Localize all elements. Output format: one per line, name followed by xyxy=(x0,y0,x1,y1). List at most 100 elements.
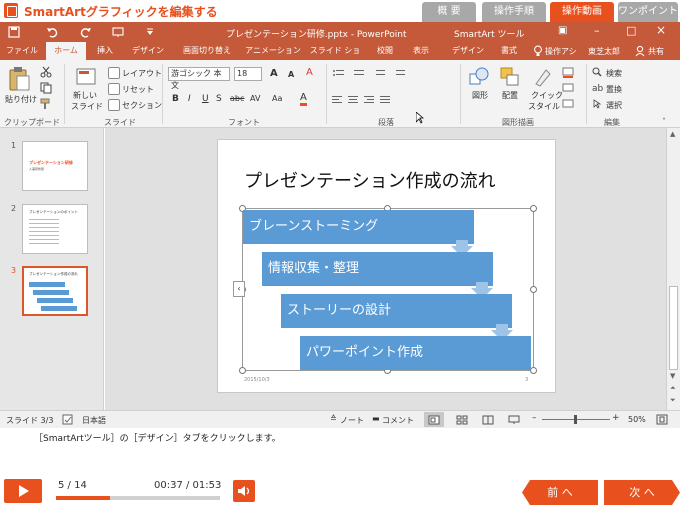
ribbon-display-options-icon[interactable]: ▣ xyxy=(558,25,567,36)
slide-thumbnail-3[interactable]: プレゼンテーション作成の流れ xyxy=(22,266,88,316)
find-button[interactable]: 検索 xyxy=(606,68,622,79)
zoom-out-icon[interactable]: – xyxy=(532,413,537,423)
smartart-step-2[interactable]: 情報収集・整理 xyxy=(262,252,493,286)
text-pane-toggle-icon[interactable]: ‹ xyxy=(233,281,245,297)
next-button[interactable]: 次 へ xyxy=(604,480,680,505)
collapse-ribbon-icon[interactable]: ˄ xyxy=(662,117,666,126)
font-color-icon[interactable]: A xyxy=(300,93,307,106)
notes-button[interactable]: ノート xyxy=(340,415,364,426)
tab-animations[interactable]: アニメーション xyxy=(244,42,302,60)
shrink-font-icon[interactable]: A xyxy=(288,70,294,79)
slideshow-start-icon[interactable] xyxy=(112,26,124,38)
reset-button[interactable]: リセット xyxy=(122,84,154,95)
new-slide-icon[interactable] xyxy=(76,66,98,88)
progress-bar[interactable] xyxy=(56,496,220,500)
reading-view-icon[interactable] xyxy=(482,415,494,425)
zoom-slider-thumb[interactable] xyxy=(574,415,577,424)
shapes-label[interactable]: 図形 xyxy=(472,90,488,101)
prev-button[interactable]: 前 へ xyxy=(522,480,598,505)
quick-styles-label-2[interactable]: スタイル xyxy=(528,101,560,112)
tab-video[interactable]: 操作動画 xyxy=(550,2,614,22)
slide-thumbnail-2[interactable]: プレゼンテーションのポイント xyxy=(22,204,88,254)
layout-button[interactable]: レイアウト xyxy=(122,68,162,79)
resize-handle[interactable] xyxy=(530,205,537,212)
select-arrow-icon[interactable] xyxy=(593,99,603,109)
resize-handle[interactable] xyxy=(239,367,246,374)
spell-check-icon[interactable] xyxy=(62,414,73,425)
zoom-level[interactable]: 50% xyxy=(628,415,646,424)
resize-handle[interactable] xyxy=(530,367,537,374)
volume-button[interactable] xyxy=(233,480,255,502)
tell-me-box[interactable]: 操作アシ xyxy=(545,46,577,57)
align-buttons-icon[interactable] xyxy=(332,94,412,106)
prev-slide-icon[interactable]: ⏶ xyxy=(670,384,676,393)
underline-icon[interactable]: U xyxy=(202,94,209,104)
reset-icon[interactable] xyxy=(108,83,120,95)
smartart-step-4[interactable]: パワーポイント作成 xyxy=(300,336,531,370)
zoom-in-icon[interactable]: + xyxy=(612,413,620,423)
layout-icon[interactable] xyxy=(108,67,120,79)
list-buttons-icon[interactable] xyxy=(332,68,412,80)
select-button[interactable]: 選択 xyxy=(606,100,622,111)
paste-icon[interactable] xyxy=(8,66,30,92)
strikethrough-icon[interactable]: abc xyxy=(230,94,244,103)
resize-handle[interactable] xyxy=(530,286,537,293)
format-painter-icon[interactable] xyxy=(40,98,52,110)
vertical-scrollbar[interactable]: ▲ ▼ ⏶ ⏷ xyxy=(666,128,680,410)
replace-icon[interactable]: ab xyxy=(592,84,603,94)
slide-title[interactable]: プレゼンテーション作成の流れ xyxy=(244,167,496,193)
tab-design[interactable]: デザイン xyxy=(126,42,170,60)
redo-icon[interactable] xyxy=(80,26,92,38)
cut-icon[interactable] xyxy=(40,66,52,78)
paste-label[interactable]: 貼り付け xyxy=(5,94,37,105)
search-icon[interactable] xyxy=(592,67,602,77)
arrange-label[interactable]: 配置 xyxy=(502,90,518,101)
tab-view[interactable]: 表示 xyxy=(406,42,436,60)
scroll-thumb[interactable] xyxy=(669,286,678,370)
tab-slideshow[interactable]: スライド ショー xyxy=(306,42,364,73)
section-button[interactable]: セクション xyxy=(122,100,162,111)
smartart-step-3[interactable]: ストーリーの設計 xyxy=(281,294,512,328)
smartart-step-1[interactable]: ブレーンストーミング xyxy=(243,210,474,244)
change-case-icon[interactable]: Aa xyxy=(272,94,282,103)
shape-fill-outline-effects-icon[interactable] xyxy=(562,66,576,110)
close-button[interactable]: × xyxy=(656,23,666,37)
quick-styles-icon[interactable] xyxy=(532,66,554,88)
char-spacing-icon[interactable]: AV xyxy=(250,94,260,103)
tab-overview[interactable]: 概 要 xyxy=(422,2,476,22)
arrange-icon[interactable] xyxy=(500,66,520,88)
tab-smartart-design[interactable]: デザイン xyxy=(446,42,490,60)
tab-file[interactable]: ファイル xyxy=(4,42,40,60)
quick-styles-label-1[interactable]: クイック xyxy=(531,90,563,101)
maximize-button[interactable]: □ xyxy=(626,24,636,37)
comment-icon[interactable]: ▬ xyxy=(372,414,380,423)
tab-review[interactable]: 校閲 xyxy=(370,42,400,60)
tab-insert[interactable]: 挿入 xyxy=(90,42,120,60)
tab-smartart-format[interactable]: 書式 xyxy=(494,42,524,60)
language-indicator[interactable]: 日本語 xyxy=(82,415,106,426)
slide-thumbnail-1[interactable]: プレゼンテーション研修 人事研修部 xyxy=(22,141,88,191)
shadow-icon[interactable]: S xyxy=(216,94,222,104)
tab-steps[interactable]: 操作手順 xyxy=(482,2,546,22)
undo-icon[interactable] xyxy=(46,26,58,38)
tab-onepoint[interactable]: ワンポイント xyxy=(618,2,678,22)
user-name[interactable]: 東芝太郎 xyxy=(588,46,620,57)
notes-icon[interactable]: ≙ xyxy=(330,414,337,423)
share-button[interactable]: 共有 xyxy=(648,46,664,57)
next-slide-icon[interactable]: ⏷ xyxy=(670,396,676,405)
italic-icon[interactable]: I xyxy=(188,94,191,104)
slide-sorter-icon[interactable] xyxy=(456,415,468,425)
comments-button[interactable]: コメント xyxy=(382,415,414,426)
clear-format-icon[interactable]: A xyxy=(306,67,313,78)
section-icon[interactable] xyxy=(108,99,120,111)
font-size-select[interactable]: 18 xyxy=(234,67,262,81)
slideshow-view-icon[interactable] xyxy=(508,415,520,425)
replace-button[interactable]: 置換 xyxy=(606,84,622,95)
scroll-up-icon[interactable]: ▲ xyxy=(670,130,675,138)
grow-font-icon[interactable]: A xyxy=(270,68,278,79)
tab-transitions[interactable]: 画面切り替え xyxy=(176,42,238,60)
copy-icon[interactable] xyxy=(40,82,52,94)
font-name-select[interactable]: 游ゴシック 本文 xyxy=(168,67,230,90)
tab-home[interactable]: ホーム xyxy=(46,42,86,60)
shapes-icon[interactable] xyxy=(468,66,490,88)
